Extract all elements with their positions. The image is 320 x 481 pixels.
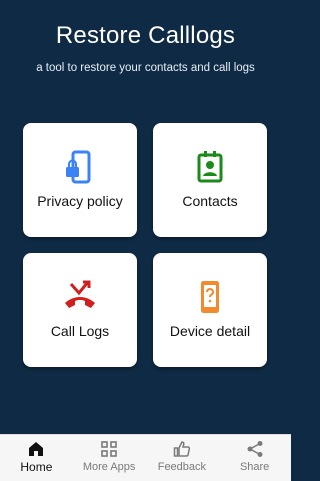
page-title: Restore Calllogs bbox=[55, 22, 236, 49]
phone-question-icon bbox=[153, 279, 267, 315]
bottom-navigation: Home More Apps Feedback Share bbox=[0, 434, 291, 481]
tile-label-contacts: Contacts bbox=[182, 193, 238, 209]
nav-item-more-apps[interactable]: More Apps bbox=[73, 435, 146, 481]
device-detail-tile[interactable]: Device detail bbox=[153, 253, 267, 367]
thumbs-up-icon bbox=[146, 440, 219, 458]
nav-label-more-apps: More Apps bbox=[82, 461, 136, 473]
tile-label-calllogs: Call Logs bbox=[50, 323, 110, 339]
tile-label-device: Device detail bbox=[169, 323, 251, 339]
nav-label-home: Home bbox=[20, 460, 53, 474]
phone-lock-icon bbox=[23, 149, 137, 185]
app-root: Restore Calllogs a tool to restore your … bbox=[0, 0, 291, 481]
share-icon bbox=[218, 440, 291, 458]
nav-label-share: Share bbox=[239, 461, 270, 473]
call-logs-tile[interactable]: Call Logs bbox=[23, 253, 137, 367]
grid-icon bbox=[73, 440, 146, 458]
nav-item-home[interactable]: Home bbox=[0, 435, 73, 481]
contact-card-icon bbox=[153, 149, 267, 185]
tile-label-privacy: Privacy policy bbox=[37, 193, 123, 209]
privacy-policy-tile[interactable]: Privacy policy bbox=[23, 123, 137, 237]
missed-call-icon bbox=[23, 279, 137, 315]
contacts-tile[interactable]: Contacts bbox=[153, 123, 267, 237]
nav-item-share[interactable]: Share bbox=[218, 435, 291, 481]
nav-item-feedback[interactable]: Feedback bbox=[146, 435, 219, 481]
home-icon bbox=[0, 440, 73, 458]
page-subtitle: a tool to restore your contacts and call… bbox=[36, 62, 255, 74]
header: Restore Calllogs a tool to restore your … bbox=[0, 0, 291, 100]
nav-label-feedback: Feedback bbox=[157, 461, 207, 473]
